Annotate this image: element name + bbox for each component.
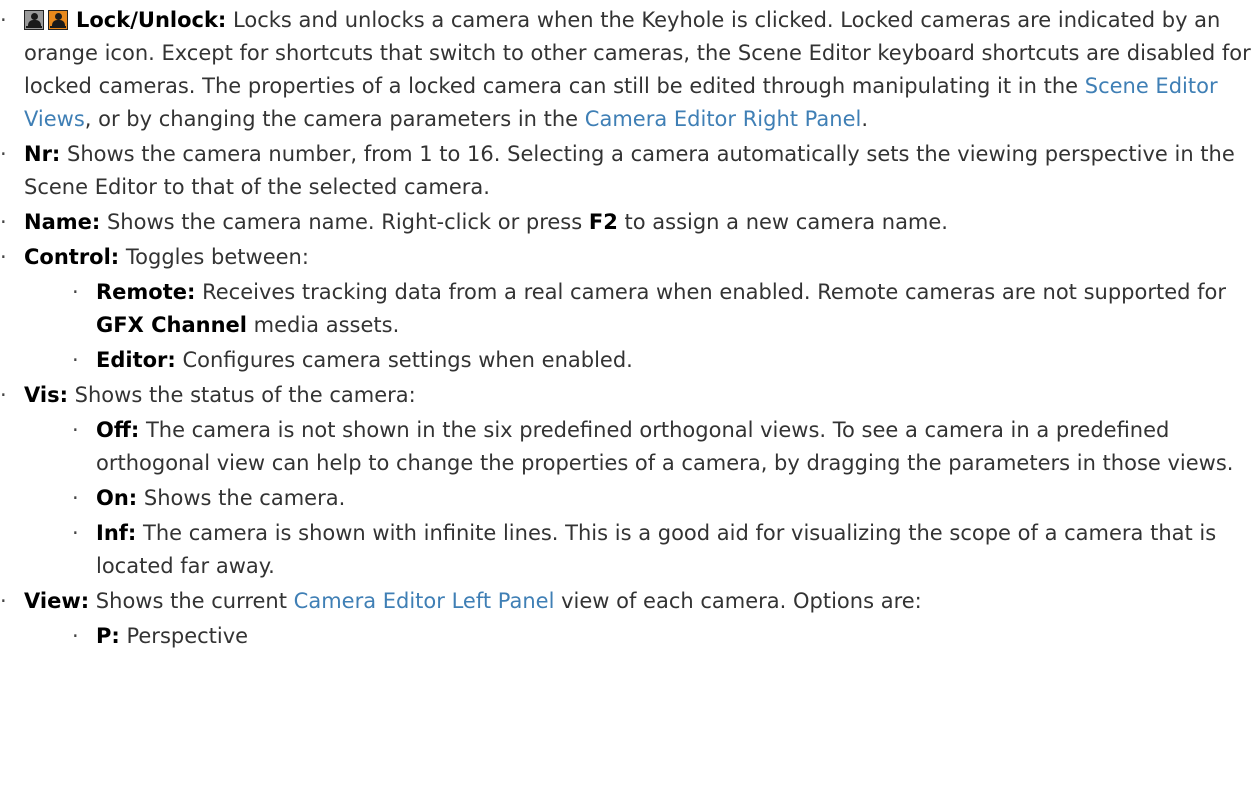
term-gfx-channel: GFX Channel (96, 313, 247, 337)
name-text-2: to assign a new camera name. (617, 210, 948, 234)
nr-text: Shows the camera number, from 1 to 16. S… (24, 142, 1235, 199)
lock-icons (24, 10, 68, 30)
list-item-perspective: · P: Perspective (0, 620, 1253, 653)
bullet: · (0, 210, 7, 234)
bullet: · (72, 280, 79, 304)
control-text: Toggles between: (119, 245, 309, 269)
list-item-remote: · Remote: Receives tracking data from a … (0, 276, 1253, 342)
document-body: · Lock/Unlock: Locks and unlocks a camer… (0, 0, 1253, 653)
property-list: · Lock/Unlock: Locks and unlocks a camer… (0, 4, 1253, 653)
term-remote: Remote: (96, 280, 196, 304)
list-item-name: · Name: Shows the camera name. Right-cli… (0, 206, 1253, 239)
camera-unlocked-icon (24, 10, 44, 30)
bullet: · (0, 383, 7, 407)
list-item-nr: · Nr: Shows the camera number, from 1 to… (0, 138, 1253, 204)
term-off: Off: (96, 418, 140, 442)
term-inf: Inf: (96, 521, 137, 545)
list-item-lock-unlock: · Lock/Unlock: Locks and unlocks a camer… (0, 4, 1253, 136)
lock-text-3: . (861, 107, 869, 131)
term-lock-unlock: Lock/Unlock: (76, 8, 227, 32)
term-p: P: (96, 624, 120, 648)
link-camera-editor-left-panel[interactable]: Camera Editor Left Panel (294, 589, 555, 613)
list-item-inf: · Inf: The camera is shown with infinite… (0, 517, 1253, 583)
list-item-control: · Control: Toggles between: (0, 241, 1253, 274)
term-on: On: (96, 486, 138, 510)
list-item-vis: · Vis: Shows the status of the camera: (0, 379, 1253, 412)
list-item-on: · On: Shows the camera. (0, 482, 1253, 515)
remote-text-1: Receives tracking data from a real camer… (195, 280, 1227, 304)
vis-text: Shows the status of the camera: (67, 383, 416, 407)
term-view: View: (24, 589, 90, 613)
term-editor: Editor: (96, 348, 176, 372)
p-text: Perspective (119, 624, 249, 648)
remote-text-2: media assets. (246, 313, 400, 337)
off-text: The camera is not shown in the six prede… (96, 418, 1234, 475)
editor-text: Configures camera settings when enabled. (175, 348, 633, 372)
bullet: · (72, 418, 79, 442)
link-camera-editor-right-panel[interactable]: Camera Editor Right Panel (585, 107, 862, 131)
bullet: · (72, 486, 79, 510)
bullet: · (0, 8, 7, 32)
term-control: Control: (24, 245, 120, 269)
bullet: · (0, 142, 7, 166)
inf-text: The camera is shown with infinite lines.… (96, 521, 1217, 578)
on-text: Shows the camera. (137, 486, 346, 510)
name-text-1: Shows the camera name. Right-click or pr… (100, 210, 589, 234)
list-item-editor: · Editor: Configures camera settings whe… (0, 344, 1253, 377)
bullet: · (72, 624, 79, 648)
term-vis: Vis: (24, 383, 68, 407)
bullet: · (72, 521, 79, 545)
bullet: · (0, 589, 7, 613)
term-name: Name: (24, 210, 101, 234)
list-item-off: · Off: The camera is not shown in the si… (0, 414, 1253, 480)
bullet: · (72, 348, 79, 372)
view-text-1: Shows the current (89, 589, 294, 613)
camera-locked-icon (48, 10, 68, 30)
term-nr: Nr: (24, 142, 61, 166)
list-item-view: · View: Shows the current Camera Editor … (0, 585, 1253, 618)
key-f2: F2 (588, 210, 618, 234)
bullet: · (0, 245, 7, 269)
view-text-2: view of each camera. Options are: (554, 589, 922, 613)
lock-text-2: , or by changing the camera parameters i… (84, 107, 585, 131)
